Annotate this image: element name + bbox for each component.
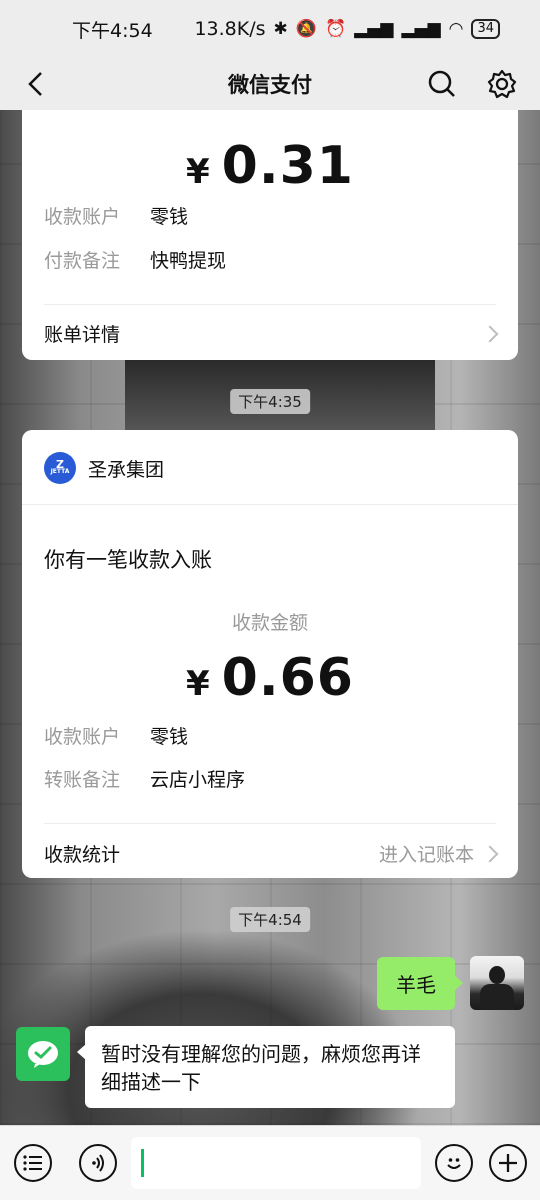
bluetooth-icon: ✱: [273, 19, 288, 39]
plus-icon[interactable]: [489, 1144, 527, 1182]
amount-row: ¥ 0.66: [22, 648, 518, 708]
emoji-icon[interactable]: [435, 1144, 473, 1182]
signal-hd-icon: ▂▄▆: [354, 19, 394, 39]
info-value: 零钱: [150, 206, 189, 228]
status-time: 下午4:54: [72, 19, 153, 42]
info-key: 转账备注: [44, 769, 121, 791]
receipt-stats-label: 收款统计: [44, 844, 121, 866]
currency-symbol: ¥: [186, 664, 210, 704]
status-indicators: 13.8K/s ✱ 🔕 ⏰ ▂▄▆ ▂▄▆ ◠ 34: [194, 18, 500, 40]
info-row: 付款备注 快鸭提现: [44, 246, 226, 273]
bill-details-label: 账单详情: [44, 324, 121, 346]
payment-card-1: ¥ 0.31 收款账户 零钱 付款备注 快鸭提现 账单详情: [22, 110, 518, 360]
receipt-stats-link[interactable]: 收款统计 进入记账本: [44, 840, 499, 867]
divider: [22, 504, 518, 505]
input-bar: [0, 1125, 540, 1200]
message-input[interactable]: [131, 1137, 421, 1189]
amount-value: 0.66: [221, 648, 354, 708]
battery-icon: 34: [471, 19, 500, 39]
merchant-row[interactable]: Z JETTA 圣承集团: [44, 452, 164, 484]
merchant-logo: Z JETTA: [44, 452, 76, 484]
card-headline: 你有一笔收款入账: [44, 548, 212, 572]
payment-card-2: Z JETTA 圣承集团 你有一笔收款入账 收款金额 ¥ 0.66 收款账户 零…: [22, 430, 518, 878]
info-row: 收款账户 零钱: [44, 722, 188, 749]
alarm-icon: ⏰: [324, 19, 347, 39]
status-bar: 下午4:54 13.8K/s ✱ 🔕 ⏰ ▂▄▆ ▂▄▆ ◠ 34: [0, 0, 540, 58]
info-row: 收款账户 零钱: [44, 202, 188, 229]
merchant-logo-text: JETTA: [50, 468, 70, 475]
gear-icon[interactable]: [482, 64, 522, 104]
merchant-name: 圣承集团: [88, 458, 165, 481]
bot-message-bubble[interactable]: 暂时没有理解您的问题，麻烦您再详细描述一下: [77, 1026, 455, 1108]
amount-label: 收款金额: [231, 612, 308, 634]
message-timestamp: 下午4:35: [230, 389, 310, 414]
signal-hd-icon: ▂▄▆: [401, 19, 441, 39]
amount-row: ¥ 0.31: [22, 136, 518, 196]
amount-value: 0.31: [221, 136, 354, 196]
network-speed: 13.8K/s: [194, 18, 266, 40]
mute-icon: 🔕: [295, 19, 317, 39]
currency-symbol: ¥: [186, 152, 210, 192]
chevron-right-icon: [481, 845, 499, 862]
page-title: 微信支付: [228, 73, 312, 97]
info-row: 转账备注 云店小程序: [44, 765, 245, 792]
message-timestamp: 下午4:54: [230, 907, 310, 932]
voice-icon[interactable]: [79, 1144, 117, 1182]
info-key: 付款备注: [44, 250, 121, 272]
wechat-pay-avatar[interactable]: [16, 1027, 70, 1081]
divider: [44, 823, 496, 824]
info-value: 快鸭提现: [150, 250, 227, 272]
text-cursor: [141, 1149, 144, 1177]
info-key: 收款账户: [44, 206, 121, 228]
info-key: 收款账户: [44, 726, 121, 748]
info-value: 云店小程序: [150, 769, 246, 791]
user-message-bubble[interactable]: 羊毛: [377, 957, 463, 1010]
search-icon[interactable]: [422, 64, 462, 104]
bill-details-link[interactable]: 账单详情: [44, 320, 499, 347]
wifi-icon: ◠: [448, 19, 464, 39]
avatar[interactable]: [470, 956, 524, 1010]
nav-bar: 微信支付: [0, 58, 540, 110]
back-chevron-icon[interactable]: [16, 64, 56, 104]
info-value: 零钱: [150, 726, 189, 748]
chevron-right-icon: [481, 325, 499, 342]
battery-level: 34: [477, 21, 494, 36]
list-menu-icon[interactable]: [14, 1144, 52, 1182]
divider: [44, 304, 496, 305]
ledger-link[interactable]: 进入记账本: [379, 840, 474, 867]
